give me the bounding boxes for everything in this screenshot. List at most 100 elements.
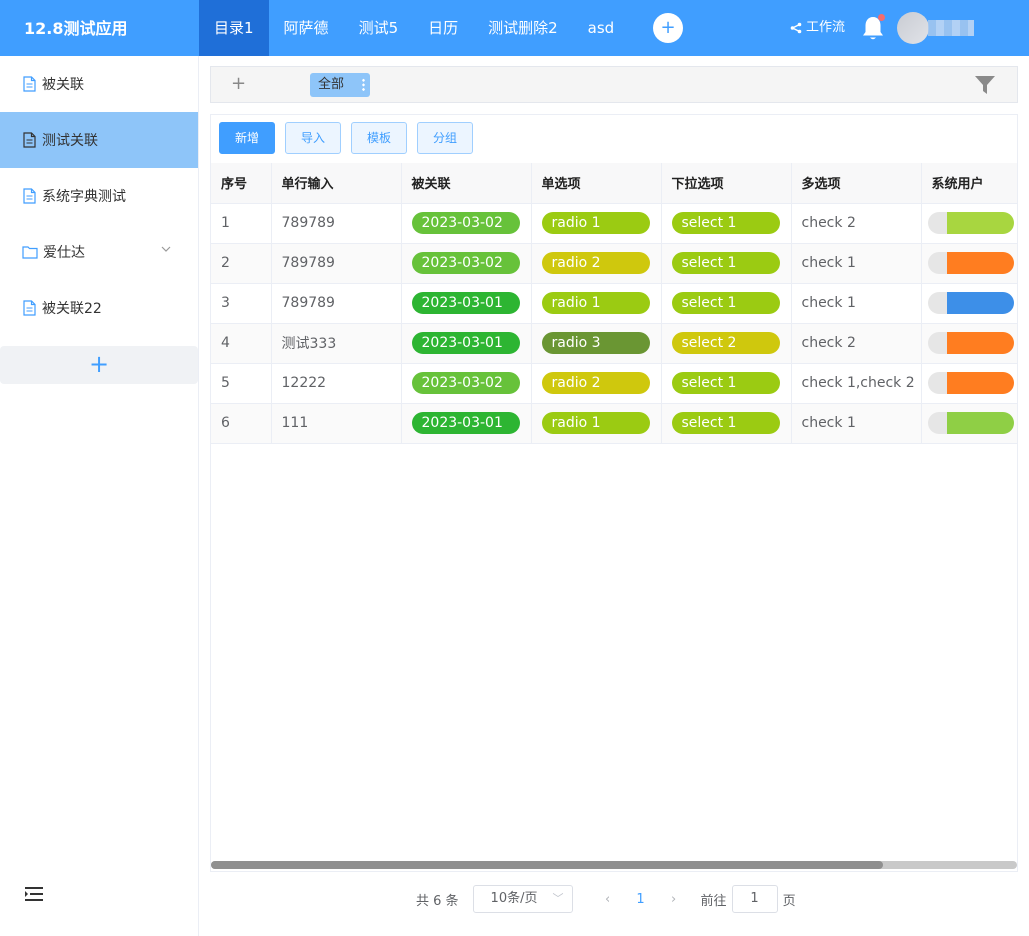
- view-chip-all[interactable]: 全部: [310, 73, 370, 97]
- user-tag-redacted: [927, 332, 1014, 354]
- toolbar: 新增 导入 模板 分组: [219, 122, 483, 154]
- column-header[interactable]: 单行输入: [271, 163, 402, 204]
- table-row[interactable]: 6 111 2023-03-01 radio 1 select 1 check 1: [211, 403, 1018, 444]
- add-record-button[interactable]: 新增: [219, 122, 276, 154]
- cell-radio: radio 3: [531, 323, 662, 364]
- document-icon: [23, 132, 36, 148]
- radio-tag: radio 1: [541, 412, 650, 434]
- column-header[interactable]: 下拉选项: [661, 163, 792, 204]
- sidebar-item-label: 爱仕达: [43, 245, 85, 261]
- column-header[interactable]: 被关联: [401, 163, 532, 204]
- page-number-current[interactable]: 1: [623, 892, 659, 907]
- user-avatar[interactable]: [897, 12, 929, 44]
- chevron-down-icon[interactable]: [161, 246, 171, 252]
- page-size-value: 10条/页: [490, 891, 538, 906]
- template-button[interactable]: 模板: [351, 122, 408, 154]
- folder-icon: [22, 246, 38, 259]
- user-tag-redacted: [927, 292, 1014, 314]
- nav-tab[interactable]: 测试5: [344, 0, 414, 56]
- nav-tab[interactable]: 目录1: [199, 0, 269, 56]
- column-header[interactable]: 系统用户: [921, 163, 1018, 204]
- user-tag-redacted: [927, 252, 1014, 274]
- add-tab-button[interactable]: +: [653, 13, 683, 43]
- nav-tab[interactable]: asd: [573, 0, 630, 56]
- sidebar-item[interactable]: 系统字典测试: [0, 168, 198, 224]
- table-body: 1 789789 2023-03-02 radio 1 select 1 check 22…: [211, 203, 1018, 444]
- sidebar-item[interactable]: 被关联: [0, 56, 198, 112]
- import-button[interactable]: 导入: [285, 122, 342, 154]
- notification-button[interactable]: [860, 14, 886, 42]
- user-tag-redacted: [927, 412, 1014, 434]
- column-header[interactable]: 序号: [211, 163, 272, 204]
- sidebar-collapse-button[interactable]: [24, 885, 44, 903]
- document-icon: [23, 188, 36, 204]
- select-tag: select 1: [671, 412, 780, 434]
- linked-date-tag[interactable]: 2023-03-02: [411, 212, 520, 234]
- sidebar-item[interactable]: 爱仕达: [0, 224, 198, 280]
- page-size-select[interactable]: 10条/页 ﹀: [472, 885, 573, 913]
- user-tag-redacted: [927, 372, 1014, 394]
- sidebar-item[interactable]: 测试关联: [0, 112, 198, 168]
- table-row[interactable]: 3 789789 2023-03-01 radio 1 select 1 check 1: [211, 283, 1018, 324]
- cell-user: [921, 323, 1018, 364]
- column-header[interactable]: 单选项: [531, 163, 662, 204]
- radio-tag: radio 3: [541, 332, 650, 354]
- filter-icon[interactable]: [975, 76, 995, 94]
- scrollbar-thumb[interactable]: [211, 861, 883, 869]
- cell-linked: 2023-03-02: [401, 203, 532, 244]
- table-row[interactable]: 2 789789 2023-03-02 radio 2 select 1 check 1: [211, 243, 1018, 284]
- workflow-button[interactable]: 工作流: [790, 0, 845, 56]
- radio-tag: radio 2: [541, 372, 650, 394]
- radio-tag: radio 2: [541, 252, 650, 274]
- notification-dot: [878, 14, 885, 21]
- cell-radio: radio 1: [531, 283, 662, 324]
- group-button[interactable]: 分组: [417, 122, 474, 154]
- cell-user: [921, 283, 1018, 324]
- table-row[interactable]: 5 12222 2023-03-02 radio 2 select 1 check 1,c…: [211, 363, 1018, 404]
- linked-date-tag[interactable]: 2023-03-02: [411, 372, 520, 394]
- workflow-label: 工作流: [806, 20, 846, 35]
- select-tag: select 1: [671, 372, 780, 394]
- cell-check: check 1: [791, 283, 922, 324]
- select-tag: select 1: [671, 292, 780, 314]
- cell-linked: 2023-03-02: [401, 363, 532, 404]
- linked-date-tag[interactable]: 2023-03-01: [411, 292, 520, 314]
- nav-tab[interactable]: 测试删除2: [473, 0, 573, 56]
- cell-select: select 1: [661, 403, 792, 444]
- menu-fold-icon: [25, 887, 43, 901]
- next-page-button[interactable]: ›: [659, 892, 689, 907]
- more-vertical-icon[interactable]: [362, 78, 365, 92]
- cell-user: [921, 363, 1018, 404]
- app-title: 12.8测试应用: [24, 19, 128, 38]
- cell-linked: 2023-03-01: [401, 323, 532, 364]
- add-view-button[interactable]: +: [231, 75, 246, 93]
- linked-date-tag[interactable]: 2023-03-02: [411, 252, 520, 274]
- cell-index: 5: [211, 363, 272, 404]
- horizontal-scrollbar[interactable]: [211, 861, 1017, 869]
- select-tag: select 1: [671, 252, 780, 274]
- prev-page-button[interactable]: ‹: [593, 892, 623, 907]
- cell-linked: 2023-03-02: [401, 243, 532, 284]
- goto-page-input[interactable]: 1: [731, 885, 778, 913]
- sidebar-add-button[interactable]: +: [0, 346, 198, 384]
- sidebar-item[interactable]: 被关联22: [0, 280, 198, 336]
- nav-tab[interactable]: 阿萨德: [269, 0, 344, 56]
- cell-select: select 1: [661, 283, 792, 324]
- cell-select: select 1: [661, 243, 792, 284]
- linked-date-tag[interactable]: 2023-03-01: [411, 332, 520, 354]
- linked-date-tag[interactable]: 2023-03-01: [411, 412, 520, 434]
- username-redacted[interactable]: [928, 20, 974, 36]
- cell-check: check 2: [791, 203, 922, 244]
- nav-tab[interactable]: 日历: [413, 0, 473, 56]
- view-chip-label: 全部: [318, 77, 345, 92]
- table-row[interactable]: 1 789789 2023-03-02 radio 1 select 1 check 2: [211, 203, 1018, 244]
- table-row[interactable]: 4 测试333 2023-03-01 radio 3 select 2 check 2: [211, 323, 1018, 364]
- cell-linked: 2023-03-01: [401, 403, 532, 444]
- goto-label: 前往: [700, 893, 727, 909]
- sidebar-item-label: 测试关联: [42, 133, 98, 149]
- cell-index: 2: [211, 243, 272, 284]
- cell-check: check 1,check 2: [791, 363, 922, 404]
- column-header[interactable]: 多选项: [791, 163, 922, 204]
- cell-index: 3: [211, 283, 272, 324]
- cell-select: select 2: [661, 323, 792, 364]
